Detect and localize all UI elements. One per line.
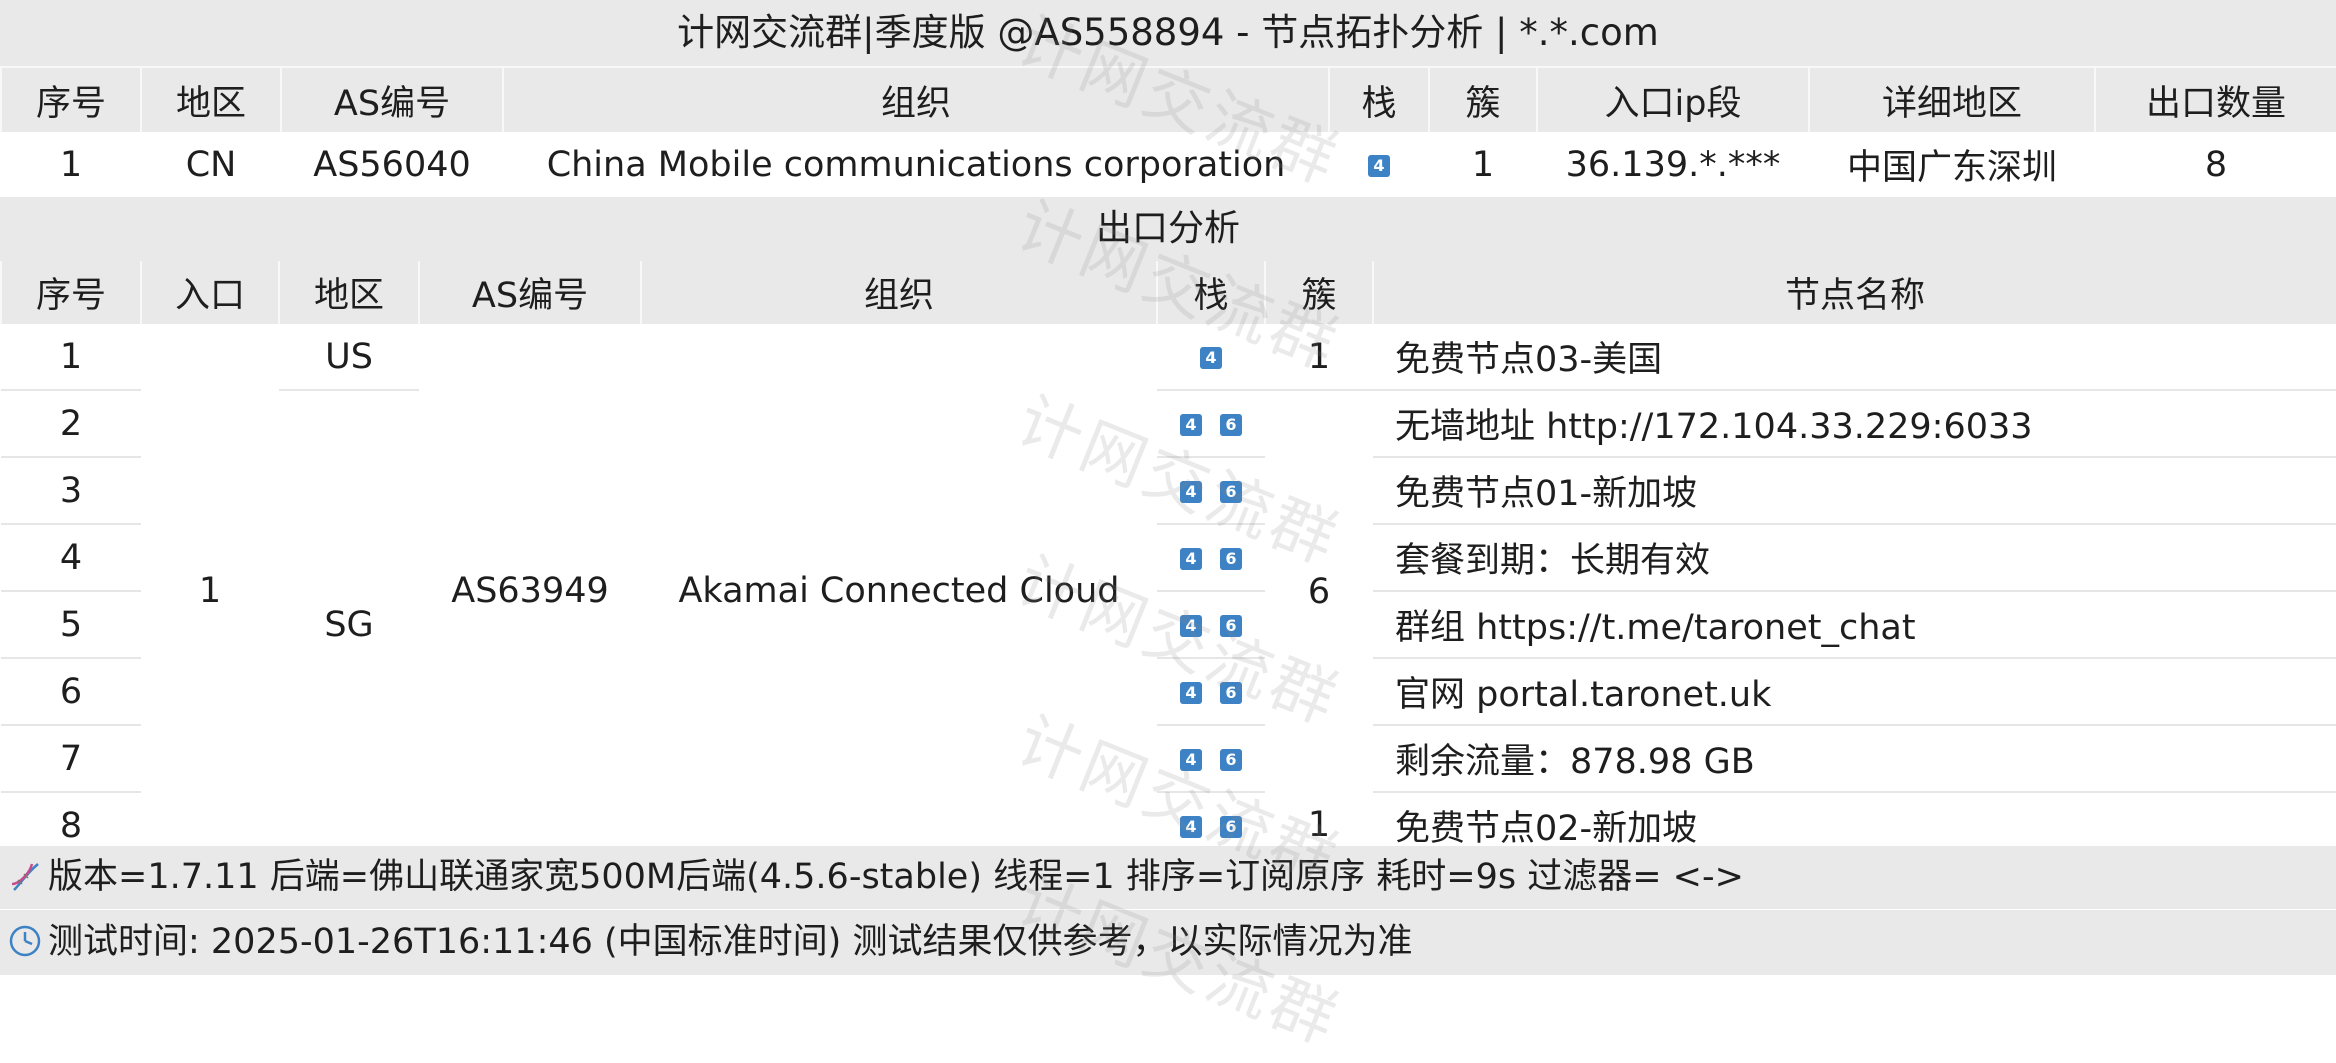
ipv6-badge-icon: 6 xyxy=(1220,614,1242,637)
cell-cluster: 1 xyxy=(1429,132,1537,197)
cell-index: 3 xyxy=(1,457,141,525)
ipv4-badge-icon: 4 xyxy=(1180,614,1202,637)
ipv6-badge-icon: 6 xyxy=(1220,748,1242,771)
ipv4-badge-icon: 4 xyxy=(1368,154,1390,177)
dna-icon xyxy=(11,863,39,891)
cell-node-name: 免费节点03-美国 xyxy=(1373,324,2336,391)
ipv6-badge-icon: 6 xyxy=(1220,480,1242,503)
col-header: AS编号 xyxy=(418,261,642,324)
col-header: 详细地区 xyxy=(1808,66,2096,132)
ipv6-badge-icon: 6 xyxy=(1220,413,1242,436)
cell-cluster: 1 xyxy=(1265,324,1373,391)
section-title: 出口分析 xyxy=(0,197,2336,261)
table-row: 1 CN AS56040 China Mobile communications… xyxy=(1,132,2336,197)
ipv4-badge-icon: 4 xyxy=(1200,346,1222,369)
cell-node-name: 群组 https://t.me/taronet_chat xyxy=(1373,591,2336,659)
col-header: 出口数量 xyxy=(2094,66,2336,132)
cell-ip-range: 36.139.*.*** xyxy=(1537,132,1809,197)
cell-org: China Mobile communications corporation xyxy=(503,132,1329,197)
col-header: 序号 xyxy=(0,261,142,324)
cell-stack: 46 xyxy=(1157,524,1265,592)
cell-node-name: 官网 portal.taronet.uk xyxy=(1373,658,2336,726)
cell-stack: 4 xyxy=(1329,132,1429,197)
table-row: 2 SG 46 6 无墙地址 http://172.104.33.229:603… xyxy=(1,390,2336,858)
cell-cluster: 6 xyxy=(1265,390,1373,792)
ipv4-badge-icon: 4 xyxy=(1180,480,1202,503)
col-header: AS编号 xyxy=(280,66,504,132)
col-header: 簇 xyxy=(1264,261,1374,324)
ipv4-badge-icon: 4 xyxy=(1180,815,1202,838)
col-header: 地区 xyxy=(140,66,282,132)
ipv4-badge-icon: 4 xyxy=(1180,681,1202,704)
footer-line-2: 测试时间: 2025-01-26T16:11:46 (中国标准时间) 测试结果仅… xyxy=(48,922,1413,962)
cell-index: 6 xyxy=(1,658,141,726)
exit-table: 序号 入口 地区 AS编号 组织 栈 簇 节点名称 1 1 US AS63949… xyxy=(0,261,2336,858)
col-header: 组织 xyxy=(640,261,1158,324)
col-header: 栈 xyxy=(1156,261,1266,324)
cell-region: US xyxy=(279,324,419,391)
cell-node-name: 套餐到期：长期有效 xyxy=(1373,524,2336,592)
ipv4-badge-icon: 4 xyxy=(1180,547,1202,570)
footer-line-1: 版本=1.7.11 后端=佛山联通家宽500M后端(4.5.6-stable) … xyxy=(48,857,1744,897)
ipv6-badge-icon: 6 xyxy=(1220,547,1242,570)
cell-asn: AS63949 xyxy=(419,324,641,858)
cell-stack: 46 xyxy=(1157,390,1265,458)
table-row: 1 1 US AS63949 Akamai Connected Cloud 4 … xyxy=(1,324,2336,858)
cell-stack: 46 xyxy=(1157,591,1265,659)
page-title: 计网交流群|季度版 @AS558894 - 节点拓扑分析 | *.*.com xyxy=(0,0,2336,66)
cell-index: 1 xyxy=(1,324,141,391)
cell-org: Akamai Connected Cloud xyxy=(641,324,1157,858)
cell-stack: 46 xyxy=(1157,457,1265,525)
exit-table-header: 序号 入口 地区 AS编号 组织 栈 簇 节点名称 xyxy=(0,261,2336,324)
cell-entry: 1 xyxy=(141,324,279,858)
footer-info: 版本=1.7.11 后端=佛山联通家宽500M后端(4.5.6-stable) … xyxy=(0,846,2336,909)
clock-icon xyxy=(9,925,41,957)
entry-table-header: 序号 地区 AS编号 组织 栈 簇 入口ip段 详细地区 出口数量 xyxy=(0,66,2336,132)
cell-node-name: 无墙地址 http://172.104.33.229:6033 xyxy=(1373,390,2336,458)
footer-test-time: 测试时间: 2025-01-26T16:11:46 (中国标准时间) 测试结果仅… xyxy=(0,910,2336,975)
entry-table: 序号 地区 AS编号 组织 栈 簇 入口ip段 详细地区 出口数量 1 CN A… xyxy=(0,66,2336,197)
col-header: 入口ip段 xyxy=(1536,66,1810,132)
ipv4-badge-icon: 4 xyxy=(1180,413,1202,436)
cell-index: 4 xyxy=(1,524,141,592)
cell-stack: 4 xyxy=(1157,324,1265,391)
col-header: 序号 xyxy=(0,66,142,132)
cell-stack: 46 xyxy=(1157,725,1265,793)
col-header: 组织 xyxy=(502,66,1330,132)
cell-index: 1 xyxy=(1,132,141,197)
col-header: 地区 xyxy=(278,261,420,324)
cell-index: 5 xyxy=(1,591,141,659)
col-header: 入口 xyxy=(140,261,280,324)
cell-stack: 46 xyxy=(1157,658,1265,726)
cell-node-name: 剩余流量：878.98 GB xyxy=(1373,725,2336,793)
col-header: 栈 xyxy=(1328,66,1430,132)
cell-index: 2 xyxy=(1,390,141,458)
cell-index: 7 xyxy=(1,725,141,793)
cell-asn: AS56040 xyxy=(281,132,503,197)
col-header: 簇 xyxy=(1428,66,1538,132)
cell-region: SG xyxy=(279,390,419,858)
col-header: 节点名称 xyxy=(1372,261,2336,324)
cell-region: CN xyxy=(141,132,281,197)
ipv6-badge-icon: 6 xyxy=(1220,815,1242,838)
cell-exit-count: 8 xyxy=(2095,132,2336,197)
ipv6-badge-icon: 6 xyxy=(1220,681,1242,704)
cell-detail-region: 中国广东深圳 xyxy=(1809,132,2095,197)
ipv4-badge-icon: 4 xyxy=(1180,748,1202,771)
cell-node-name: 免费节点01-新加坡 xyxy=(1373,457,2336,525)
